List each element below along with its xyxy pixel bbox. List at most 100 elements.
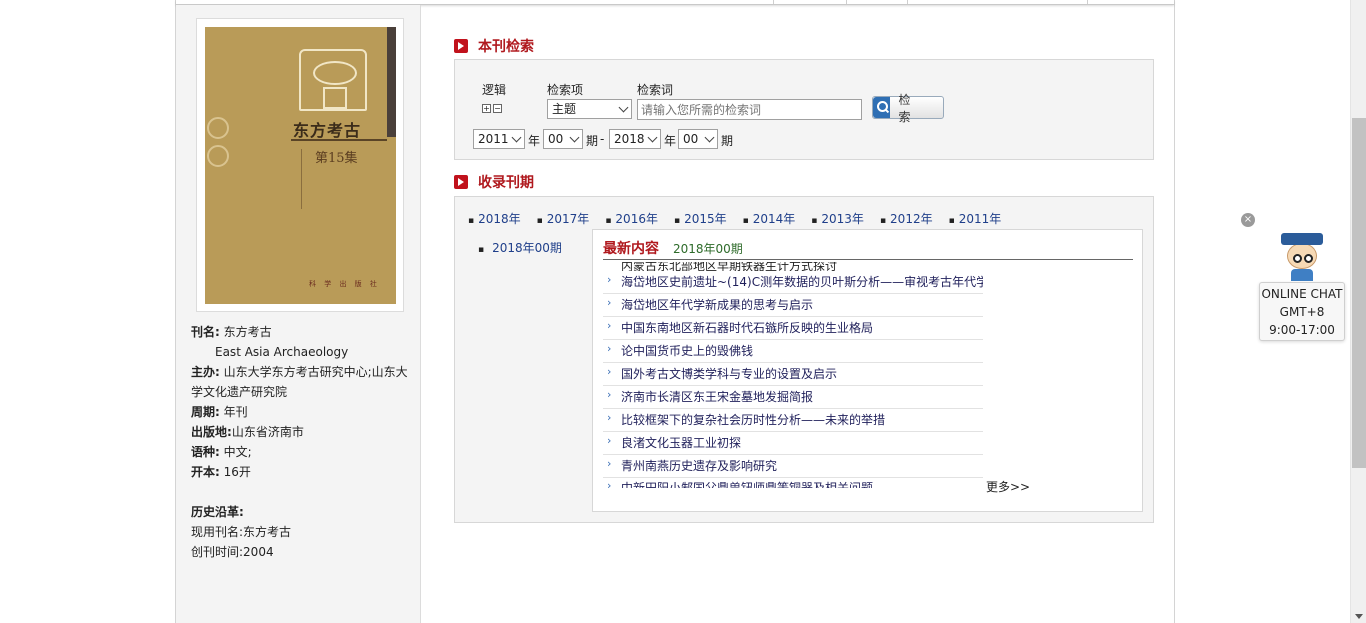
year-tab[interactable]: 2017年 bbox=[537, 210, 590, 227]
cover-vertical-rule bbox=[301, 149, 309, 209]
glasses-icon bbox=[1304, 254, 1313, 263]
year-to-value: 2018 bbox=[614, 132, 645, 146]
journal-language: 中文; bbox=[223, 445, 252, 459]
keyword-input[interactable] bbox=[637, 99, 862, 120]
article-link-partial[interactable]: 内蒙古东北部地区早期铁器生计方式探讨 bbox=[603, 262, 983, 271]
issue-link[interactable]: 2018年00期 bbox=[478, 239, 562, 256]
scroll-down-arrow-icon[interactable] bbox=[1355, 614, 1363, 619]
scrollbar-thumb[interactable] bbox=[1352, 118, 1366, 468]
issue-to-select[interactable]: 00 bbox=[678, 129, 718, 149]
year-to-unit: 年 bbox=[664, 134, 677, 148]
cover-ornament-icon bbox=[299, 49, 367, 111]
page-container: 东方考古 第15集 科 学 出 版 社 刊名: 东方考古 East Asia A… bbox=[175, 0, 1175, 623]
mascot-body bbox=[1291, 269, 1313, 281]
cover-publisher: 科 学 出 版 社 bbox=[309, 280, 380, 288]
search-panel: 逻辑 检索项 检索词 + − 主题 检 索 2011 年 00 bbox=[454, 59, 1154, 160]
mascot-head bbox=[1287, 243, 1317, 269]
chat-timezone: GMT+8 bbox=[1279, 305, 1325, 319]
logic-label: 逻辑 bbox=[482, 83, 507, 97]
journal-format-label: 开本: bbox=[191, 465, 220, 479]
journal-period-label: 周期: bbox=[191, 405, 220, 419]
field-select[interactable]: 主题 bbox=[547, 99, 632, 119]
latest-content-title: 最新内容 bbox=[603, 241, 659, 257]
journal-history-label: 历史沿革: bbox=[191, 505, 244, 519]
year-tab[interactable]: 2016年 bbox=[605, 210, 658, 227]
keyword-label: 检索词 bbox=[637, 83, 674, 97]
journal-founded-label: 创刊时间: bbox=[191, 545, 244, 559]
chevron-down-icon bbox=[569, 132, 580, 143]
article-link[interactable]: 国外考古文博类学科与专业的设置及启示 bbox=[603, 363, 983, 386]
field-label: 检索项 bbox=[547, 83, 584, 97]
issue-from-select[interactable]: 00 bbox=[543, 129, 583, 149]
close-icon[interactable]: × bbox=[1241, 213, 1255, 227]
year-from-select[interactable]: 2011 bbox=[473, 129, 525, 149]
journal-cover-image: 东方考古 第15集 科 学 出 版 社 bbox=[205, 27, 396, 304]
journal-name-label: 刊名: bbox=[191, 325, 220, 339]
search-section-header: 本刊检索 bbox=[454, 36, 534, 56]
issues-section-header: 收录刊期 bbox=[454, 172, 534, 192]
journal-sponsor-label: 主办: bbox=[191, 365, 220, 379]
year-tab[interactable]: 2011年 bbox=[949, 210, 1002, 227]
year-from-value: 2011 bbox=[478, 132, 509, 146]
remove-condition-icon[interactable]: − bbox=[493, 104, 502, 113]
article-link[interactable]: 海岱地区年代学新成果的思考与启示 bbox=[603, 294, 983, 317]
journal-sponsor: 山东大学东方考古研究中心;山东大学文化遗产研究院 bbox=[191, 365, 408, 399]
cover-issue: 第15集 bbox=[315, 151, 358, 166]
issue-from-unit: 期 bbox=[586, 134, 599, 148]
journal-format: 16开 bbox=[223, 465, 251, 479]
add-condition-icon[interactable]: + bbox=[482, 104, 491, 113]
issues-panel: 2018年 2017年 2016年 2015年 2014年 2013年 2012… bbox=[454, 196, 1154, 523]
journal-language-label: 语种: bbox=[191, 445, 220, 459]
article-link[interactable]: 良渚文化玉器工业初探 bbox=[603, 432, 983, 455]
article-link[interactable]: 比较框架下的复杂社会历时性分析——未来的举措 bbox=[603, 409, 983, 432]
cover-divider bbox=[291, 139, 387, 141]
journal-cover-frame[interactable]: 东方考古 第15集 科 学 出 版 社 bbox=[196, 18, 404, 312]
issue-to-unit: 期 bbox=[721, 134, 734, 148]
article-link[interactable]: 济南市长清区东王宋金墓地发掘简报 bbox=[603, 386, 983, 409]
article-link[interactable]: 青州南燕历史遗存及影响研究 bbox=[603, 455, 983, 478]
journal-founded: 2004 bbox=[243, 545, 274, 559]
article-link[interactable]: 中国东南地区新石器时代石镞所反映的生业格局 bbox=[603, 317, 983, 340]
journal-info: 刊名: 东方考古 East Asia Archaeology 主办: 山东大学东… bbox=[191, 322, 416, 562]
chevron-down-icon bbox=[704, 132, 715, 143]
journal-name: 东方考古 bbox=[223, 325, 272, 339]
article-link[interactable]: 论中国货币史上的毁佛钱 bbox=[603, 340, 983, 363]
chat-title: ONLINE CHAT bbox=[1261, 287, 1343, 301]
year-tab[interactable]: 2018年 bbox=[468, 210, 521, 227]
search-section-title: 本刊检索 bbox=[478, 39, 534, 55]
year-tab[interactable]: 2014年 bbox=[743, 210, 796, 227]
page-scrollbar[interactable] bbox=[1350, 0, 1366, 623]
article-link[interactable]: 海岱地区史前遗址~(14)C测年数据的贝叶斯分析——审视考古年代学 bbox=[603, 271, 983, 294]
cover-seal-icon bbox=[207, 145, 229, 167]
mascot-icon bbox=[1281, 233, 1323, 281]
issue-to-value: 00 bbox=[683, 132, 699, 146]
latest-content-header: 最新内容 2018年00期 bbox=[603, 238, 1133, 260]
year-tab[interactable]: 2013年 bbox=[811, 210, 864, 227]
glasses-icon bbox=[1293, 254, 1302, 263]
journal-period: 年刊 bbox=[223, 405, 248, 419]
main-content: 本刊检索 逻辑 检索项 检索词 + − 主题 检 索 2011 年 bbox=[454, 0, 1154, 623]
red-arrow-icon bbox=[454, 39, 468, 53]
chevron-down-icon bbox=[511, 132, 522, 143]
article-list: 内蒙古东北部地区早期铁器生计方式探讨 海岱地区史前遗址~(14)C测年数据的贝叶… bbox=[603, 262, 983, 488]
search-icon bbox=[873, 97, 891, 118]
cover-seal-icon bbox=[207, 117, 229, 139]
year-tab[interactable]: 2012年 bbox=[880, 210, 933, 227]
chat-card[interactable]: ONLINE CHAT GMT+8 9:00-17:00 bbox=[1259, 282, 1345, 341]
year-from-unit: 年 bbox=[528, 134, 541, 148]
search-button[interactable]: 检 索 bbox=[872, 93, 944, 124]
latest-content-issue: 2018年00期 bbox=[673, 242, 743, 256]
journal-sidebar: 东方考古 第15集 科 学 出 版 社 刊名: 东方考古 East Asia A… bbox=[176, 5, 421, 623]
more-link[interactable]: 更多>> bbox=[986, 478, 1030, 495]
online-chat-widget[interactable]: × ONLINE CHAT GMT+8 9:00-17:00 bbox=[1241, 213, 1345, 341]
year-to-select[interactable]: 2018 bbox=[609, 129, 661, 149]
range-separator: - bbox=[600, 132, 605, 146]
chevron-down-icon bbox=[618, 102, 629, 113]
article-link-partial[interactable]: 中新田阳小邾国父鼎兽钮师鼎等铜器及相关问题 bbox=[603, 478, 983, 488]
chevron-down-icon bbox=[647, 132, 658, 143]
journal-current-name-label: 现用刊名: bbox=[191, 525, 244, 539]
journal-place-label: 出版地: bbox=[191, 425, 232, 439]
year-tab[interactable]: 2015年 bbox=[674, 210, 727, 227]
journal-place: 山东省济南市 bbox=[231, 425, 304, 439]
